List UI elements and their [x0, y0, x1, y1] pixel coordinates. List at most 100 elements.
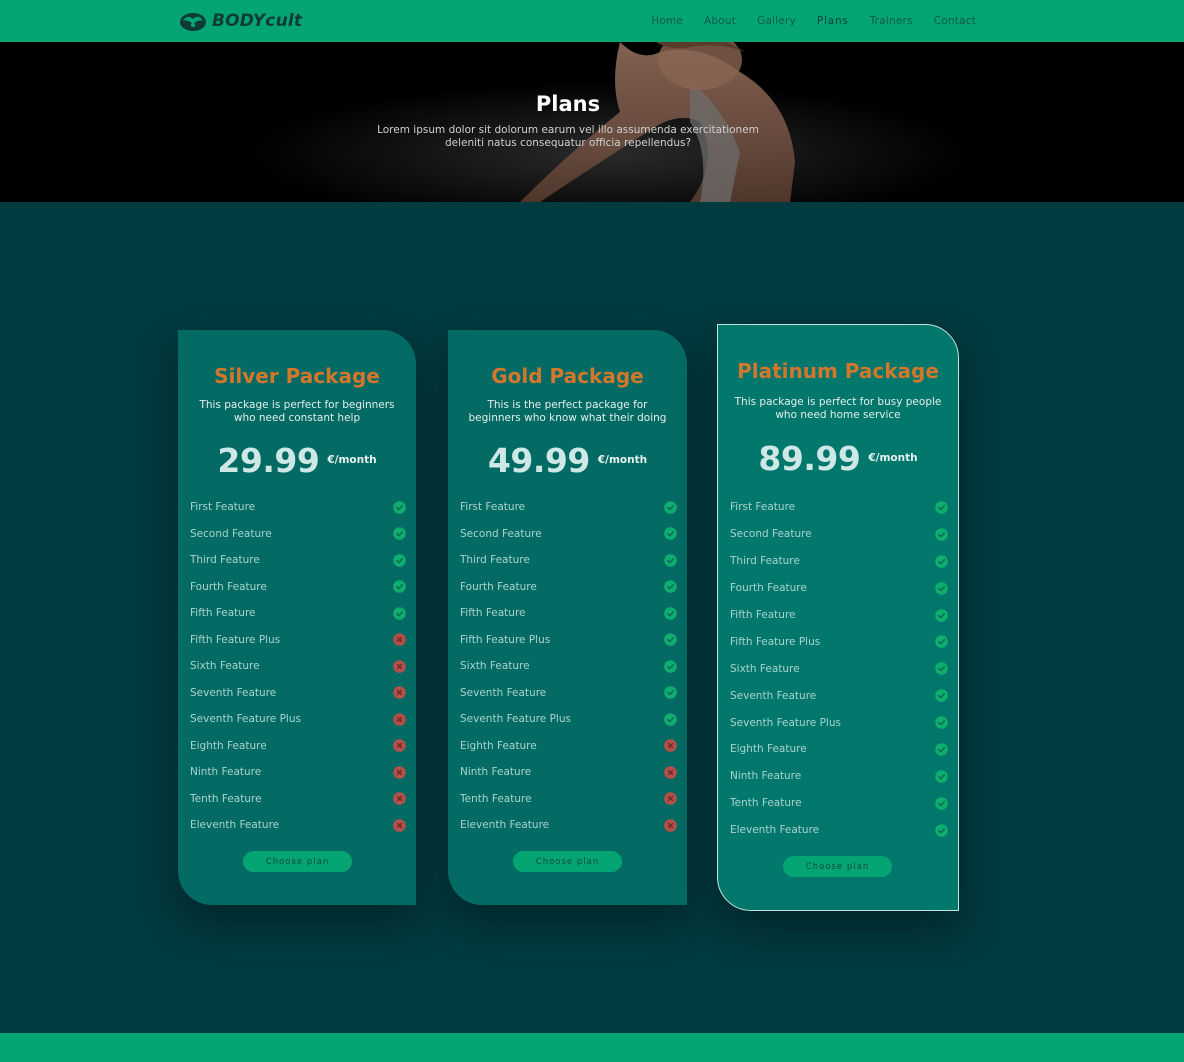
feature-row: First Feature [190, 494, 406, 521]
feature-row: Fifth Feature [730, 602, 948, 629]
choose-plan-button[interactable]: Choose plan [513, 851, 622, 872]
brand-logo[interactable]: BODYcult [178, 9, 302, 33]
check-circle-icon [935, 743, 948, 756]
feature-row: Sixth Feature [190, 653, 406, 680]
plan-title: Platinum Package [737, 359, 939, 383]
check-circle-icon [935, 716, 948, 729]
footer-bar [0, 1033, 1184, 1062]
plan-price: 29.99 €/month [178, 441, 416, 480]
feature-row: Tenth Feature [460, 786, 677, 813]
check-circle-icon [935, 770, 948, 783]
feature-label: Third Feature [190, 554, 260, 567]
choose-plan-button[interactable]: Choose plan [243, 851, 352, 872]
feature-row: Seventh Feature [190, 680, 406, 707]
feature-row: Eighth Feature [460, 733, 677, 760]
cross-circle-icon [393, 659, 406, 673]
feature-row: Eleventh Feature [190, 812, 406, 839]
price-period: €/month [327, 454, 377, 466]
feature-row: Seventh Feature Plus [730, 709, 948, 736]
cross-circle-icon [393, 818, 406, 832]
check-circle-icon [664, 686, 677, 700]
feature-label: Seventh Feature [730, 689, 817, 702]
hero-subtitle: Lorem ipsum dolor sit dolorum earum vel … [377, 124, 759, 149]
check-circle-icon [935, 554, 948, 568]
hero-title: Plans [535, 92, 601, 116]
feature-label: Eighth Feature [460, 739, 537, 752]
feature-row: Ninth Feature [190, 759, 406, 786]
feature-row: Fifth Feature Plus [460, 627, 677, 654]
feature-row: Eleventh Feature [730, 817, 948, 844]
check-circle-icon [393, 500, 406, 514]
check-circle-icon [935, 689, 948, 702]
main-nav: Home About Gallery Plans Trainers Contac… [651, 0, 976, 45]
cross-circle-icon [393, 765, 406, 779]
feature-row: Fifth Feature Plus [730, 628, 948, 655]
cross-circle-icon [393, 712, 406, 726]
price-amount: 49.99 [487, 441, 590, 480]
feature-row: Fifth Feature Plus [190, 627, 406, 654]
feature-label: Fifth Feature Plus [730, 635, 821, 648]
check-circle-icon [393, 606, 406, 620]
feature-row: First Feature [460, 494, 677, 521]
check-circle-icon [935, 528, 948, 541]
feature-row: Seventh Feature [460, 680, 677, 707]
feature-row: Third Feature [190, 547, 406, 574]
nav-link-gallery[interactable]: Gallery [757, 15, 796, 27]
brand-name: BODYcult [212, 11, 303, 31]
feature-label: Fifth Feature Plus [190, 633, 281, 646]
feature-row: Eleventh Feature [460, 812, 677, 839]
price-amount: 89.99 [758, 439, 861, 478]
check-circle-icon [935, 635, 948, 649]
feature-label: Tenth Feature [190, 792, 262, 805]
feature-row: Tenth Feature [730, 790, 948, 817]
hero-athlete-image [0, 42, 1184, 202]
feature-label: First Feature [730, 501, 796, 514]
check-circle-icon [935, 796, 948, 810]
cross-circle-icon [393, 792, 406, 806]
feature-row: Ninth Feature [460, 759, 677, 786]
nav-link-plans[interactable]: Plans [817, 15, 849, 45]
feature-label: Fourth Feature [460, 580, 537, 593]
feature-row: Second Feature [190, 521, 406, 548]
feature-label: Tenth Feature [460, 792, 532, 805]
plan-card-platinum: Platinum Package This package is perfect… [717, 324, 959, 911]
feature-label: Fifth Feature [730, 609, 796, 621]
nav-link-trainers[interactable]: Trainers [870, 15, 913, 27]
feature-label: Second Feature [190, 527, 272, 540]
nav-link-home[interactable]: Home [651, 15, 683, 27]
feature-label: Sixth Feature [190, 660, 260, 673]
price-period: €/month [597, 454, 648, 466]
check-circle-icon [935, 608, 948, 622]
feature-label: Eleventh Feature [190, 819, 280, 832]
feature-label: Tenth Feature [730, 797, 802, 810]
nav-link-about[interactable]: About [704, 15, 736, 27]
feature-row: Fifth Feature [460, 600, 677, 627]
feature-label: Sixth Feature [730, 662, 800, 675]
check-circle-icon [664, 527, 677, 541]
price-period: €/month [868, 452, 918, 464]
check-circle-icon [393, 553, 406, 567]
nav-link-contact[interactable]: Contact [934, 15, 976, 27]
feature-row: Fifth Feature [190, 600, 406, 627]
feature-label: First Feature [460, 501, 526, 514]
feature-row: Eighth Feature [730, 736, 948, 763]
feature-label: Seventh Feature Plus [190, 713, 301, 726]
feature-list: First Feature Second Feature Third Feature… [730, 494, 948, 844]
feature-row: First Feature [730, 494, 948, 521]
hero-banner: Plans Lorem ipsum dolor sit dolorum earu… [0, 42, 1184, 202]
feature-label: Eighth Feature [190, 739, 267, 752]
feature-row: Seventh Feature [730, 682, 948, 709]
cross-circle-icon [393, 686, 406, 700]
check-circle-icon [393, 527, 406, 541]
feature-label: Second Feature [460, 527, 542, 540]
check-circle-icon [393, 580, 406, 594]
check-circle-icon [935, 823, 948, 837]
check-circle-icon [935, 662, 948, 676]
feature-label: Seventh Feature Plus [730, 716, 841, 729]
feature-row: Fourth Feature [730, 575, 948, 602]
choose-plan-button[interactable]: Choose plan [783, 856, 892, 877]
plan-card-silver: Silver Package This package is perfect f… [178, 330, 416, 905]
feature-label: Fifth Feature [190, 607, 256, 620]
check-circle-icon [664, 659, 677, 673]
plan-description: This is the perfect package for beginner… [468, 399, 667, 424]
